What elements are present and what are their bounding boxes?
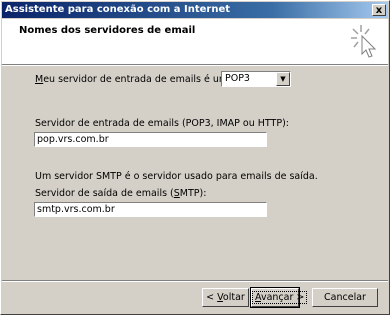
header-divider: [2, 64, 388, 66]
close-button[interactable]: x: [372, 4, 386, 16]
incoming-server-label: Servidor de entrada de emails (POP3, IMA…: [35, 118, 289, 129]
wizard-header: Nomes dos servidores de email: [2, 19, 388, 64]
cancel-button[interactable]: Cancelar: [312, 288, 378, 307]
footer-divider: [2, 280, 388, 282]
outgoing-server-label: Servidor de saída de emails (SMTP):: [35, 188, 207, 199]
back-button[interactable]: < Voltar: [202, 288, 249, 307]
wizard-cursor-icon: [351, 25, 377, 58]
window-title: Assistente para conexão com a Internet: [5, 4, 231, 15]
wizard-window: Assistente para conexão com a Internet x…: [0, 0, 390, 315]
incoming-server-input[interactable]: [34, 132, 267, 147]
smtp-note: Um servidor SMTP é o servidor usado para…: [35, 171, 318, 182]
incoming-server-type-select[interactable]: POP3 ▼: [221, 71, 291, 87]
title-bar[interactable]: Assistente para conexão com a Internet x: [2, 2, 388, 18]
page-title: Nomes dos servidores de email: [19, 25, 196, 36]
next-button[interactable]: Avançar >: [250, 287, 308, 308]
dropdown-arrow-icon[interactable]: ▼: [276, 72, 290, 86]
outgoing-server-input[interactable]: [34, 202, 267, 217]
close-icon: x: [375, 5, 383, 16]
selected-server-type: POP3: [225, 73, 250, 84]
